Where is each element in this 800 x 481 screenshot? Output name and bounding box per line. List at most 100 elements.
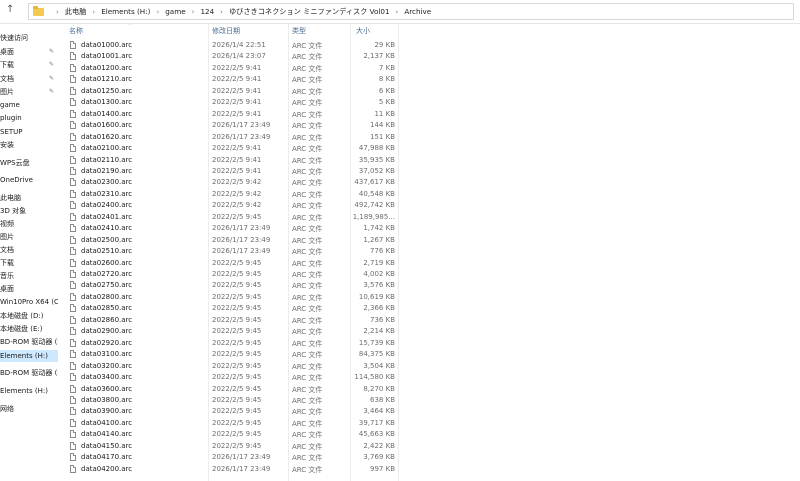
file-row[interactable]: data02410.arc 2026/1/17 23:49 ARC 文件 1,742 …: [60, 223, 400, 234]
column-header-name[interactable]: 名称: [69, 26, 83, 36]
breadcrumb-game[interactable]: game: [165, 7, 185, 16]
file-row[interactable]: data04200.arc 2026/1/17 23:49 ARC 文件 997 KB: [60, 464, 400, 475]
nav-item[interactable]: 3D 对象: [0, 205, 58, 217]
breadcrumb-drive[interactable]: Elements (H:): [101, 7, 150, 16]
file-row[interactable]: data04100.arc 2022/2/5 9:45 ARC 文件 39,717 K…: [60, 418, 400, 429]
nav-item[interactable]: SETUP: [0, 126, 58, 138]
file-row[interactable]: data02900.arc 2022/2/5 9:45 ARC 文件 2,214 KB: [60, 326, 400, 337]
file-row[interactable]: data02110.arc 2022/2/5 9:41 ARC 文件 35,935 K…: [60, 155, 400, 166]
file-row[interactable]: data01200.arc 2022/2/5 9:41 ARC 文件 7 KB: [60, 63, 400, 74]
file-row[interactable]: data01001.arc 2026/1/4 23:07 ARC 文件 2,137 K…: [60, 51, 400, 62]
nav-item[interactable]: BD-ROM 驱动器 (F:): [0, 367, 58, 379]
nav-item[interactable]: game: [0, 99, 58, 111]
file-row[interactable]: data04150.arc 2022/2/5 9:45 ARC 文件 2,422 KB: [60, 441, 400, 452]
file-row[interactable]: data02800.arc 2022/2/5 9:45 ARC 文件 10,619 K…: [60, 292, 400, 303]
file-row[interactable]: data03600.arc 2022/2/5 9:45 ARC 文件 8,270 KB: [60, 384, 400, 395]
file-row[interactable]: data02100.arc 2022/2/5 9:41 ARC 文件 47,988 K…: [60, 143, 400, 154]
nav-item[interactable]: 网络: [0, 403, 58, 415]
file-row[interactable]: data02310.arc 2022/2/5 9:42 ARC 文件 40,548 K…: [60, 189, 400, 200]
file-row[interactable]: data03200.arc 2022/2/5 9:45 ARC 文件 3,504 KB: [60, 361, 400, 372]
file-type: ARC 文件: [292, 213, 323, 222]
file-row[interactable]: data01300.arc 2022/2/5 9:41 ARC 文件 5 KB: [60, 97, 400, 108]
nav-item[interactable]: 本地磁盘 (E:): [0, 323, 58, 335]
file-row[interactable]: data03800.arc 2022/2/5 9:45 ARC 文件 638 KB: [60, 395, 400, 406]
chevron-right-icon[interactable]: ›: [56, 8, 59, 16]
pin-icon[interactable]: ✎: [49, 73, 54, 85]
pin-icon[interactable]: ✎: [49, 46, 54, 58]
nav-item[interactable]: 桌面: [0, 283, 58, 295]
file-row[interactable]: data03900.arc 2022/2/5 9:45 ARC 文件 3,464 KB: [60, 406, 400, 417]
up-arrow-icon[interactable]: ↑: [6, 4, 14, 15]
file-row[interactable]: data02400.arc 2022/2/5 9:42 ARC 文件 492,742 …: [60, 200, 400, 211]
file-size: 45,663 KB: [358, 430, 395, 439]
nav-item[interactable]: 文档 ✎: [0, 73, 58, 85]
file-type: ARC 文件: [292, 351, 323, 360]
chevron-right-icon[interactable]: ›: [92, 8, 95, 16]
file-row[interactable]: data01400.arc 2022/2/5 9:41 ARC 文件 11 KB: [60, 109, 400, 120]
breadcrumb-archive[interactable]: Archive: [404, 7, 431, 16]
file-name: data02510.arc: [81, 247, 133, 256]
file-row[interactable]: data02500.arc 2026/1/17 23:49 ARC 文件 1,267 …: [60, 235, 400, 246]
nav-item[interactable]: Elements (H:): [0, 350, 58, 362]
file-row[interactable]: data01250.arc 2022/2/5 9:41 ARC 文件 6 KB: [60, 86, 400, 97]
file-row[interactable]: data04140.arc 2022/2/5 9:45 ARC 文件 45,663 K…: [60, 429, 400, 440]
chevron-right-icon[interactable]: ›: [220, 8, 223, 16]
column-header-date[interactable]: 修改日期: [212, 26, 240, 36]
nav-item[interactable]: 图片 ✎: [0, 86, 58, 98]
file-icon: [70, 384, 76, 393]
file-row[interactable]: data02190.arc 2022/2/5 9:41 ARC 文件 37,052 K…: [60, 166, 400, 177]
file-row[interactable]: data01210.arc 2022/2/5 9:41 ARC 文件 8 KB: [60, 74, 400, 85]
file-row[interactable]: data02300.arc 2022/2/5 9:42 ARC 文件 437,617 …: [60, 177, 400, 188]
nav-item[interactable]: 文档: [0, 244, 58, 256]
file-size: 6 KB: [378, 86, 395, 95]
column-header-size[interactable]: 大小: [356, 26, 370, 36]
nav-item[interactable]: 桌面 ✎: [0, 46, 58, 58]
nav-item[interactable]: 本地磁盘 (D:): [0, 310, 58, 322]
nav-item[interactable]: Elements (H:): [0, 385, 58, 397]
file-row[interactable]: data02860.arc 2022/2/5 9:45 ARC 文件 736 KB: [60, 315, 400, 326]
nav-item[interactable]: 下载 ✎: [0, 59, 58, 71]
column-header-type[interactable]: 类型: [292, 26, 306, 36]
file-row[interactable]: data02920.arc 2022/2/5 9:45 ARC 文件 15,739 K…: [60, 338, 400, 349]
nav-item[interactable]: OneDrive: [0, 174, 58, 186]
file-row[interactable]: data01000.arc 2026/1/4 22:51 ARC 文件 29 KB: [60, 40, 400, 51]
file-row[interactable]: data02401.arc 2022/2/5 9:45 ARC 文件 1,189,98…: [60, 212, 400, 223]
file-date: 2026/1/17 23:49: [212, 224, 271, 233]
chevron-right-icon[interactable]: ›: [192, 8, 195, 16]
file-row[interactable]: data02600.arc 2022/2/5 9:45 ARC 文件 2,719 KB: [60, 258, 400, 269]
breadcrumb-124[interactable]: 124: [200, 7, 214, 16]
nav-item[interactable]: 下载: [0, 257, 58, 269]
nav-item[interactable]: 安装: [0, 139, 58, 151]
nav-item[interactable]: 音乐: [0, 270, 58, 282]
file-size: 3,576 KB: [363, 281, 395, 290]
pin-icon[interactable]: ✎: [49, 59, 54, 71]
file-row[interactable]: data02720.arc 2022/2/5 9:45 ARC 文件 4,002 KB: [60, 269, 400, 280]
nav-item[interactable]: 此电脑: [0, 192, 58, 204]
file-row[interactable]: data02850.arc 2022/2/5 9:45 ARC 文件 2,366 KB: [60, 303, 400, 314]
nav-item[interactable]: Win10Pro X64 (C:): [0, 296, 58, 308]
file-name: data04150.arc: [81, 441, 133, 450]
file-type: ARC 文件: [292, 328, 323, 337]
file-name: data02410.arc: [81, 224, 133, 233]
chevron-right-icon[interactable]: ›: [156, 8, 159, 16]
address-box[interactable]: › 此电脑 › Elements (H:) › game › 124 › ゆびさ…: [28, 3, 794, 20]
file-row[interactable]: data02510.arc 2026/1/17 23:49 ARC 文件 776 KB: [60, 246, 400, 257]
nav-item[interactable]: plugin: [0, 112, 58, 124]
file-row[interactable]: data01600.arc 2026/1/17 23:49 ARC 文件 144 KB: [60, 120, 400, 131]
breadcrumb-title-folder[interactable]: ゆびさきコネクション ミニファンディスク Vol01: [229, 7, 390, 17]
pin-icon[interactable]: ✎: [49, 86, 54, 98]
chevron-right-icon[interactable]: ›: [396, 8, 399, 16]
file-row[interactable]: data03400.arc 2022/2/5 9:45 ARC 文件 114,580 …: [60, 372, 400, 383]
nav-item-label: Win10Pro X64 (C:): [0, 298, 58, 306]
file-row[interactable]: data01620.arc 2026/1/17 23:49 ARC 文件 151 KB: [60, 132, 400, 143]
nav-item[interactable]: 图片: [0, 231, 58, 243]
breadcrumb-this-pc[interactable]: 此电脑: [65, 7, 87, 17]
file-icon: [70, 327, 76, 336]
file-row[interactable]: data03100.arc 2022/2/5 9:45 ARC 文件 84,375 K…: [60, 349, 400, 360]
nav-item[interactable]: BD-ROM 驱动器 (I: [0, 336, 58, 348]
nav-item[interactable]: WPS云盘: [0, 157, 58, 169]
file-row[interactable]: data04170.arc 2026/1/17 23:49 ARC 文件 3,769 …: [60, 452, 400, 463]
nav-item[interactable]: 快速访问: [0, 32, 58, 44]
nav-item[interactable]: 视频: [0, 218, 58, 230]
file-row[interactable]: data02750.arc 2022/2/5 9:45 ARC 文件 3,576 KB: [60, 280, 400, 291]
